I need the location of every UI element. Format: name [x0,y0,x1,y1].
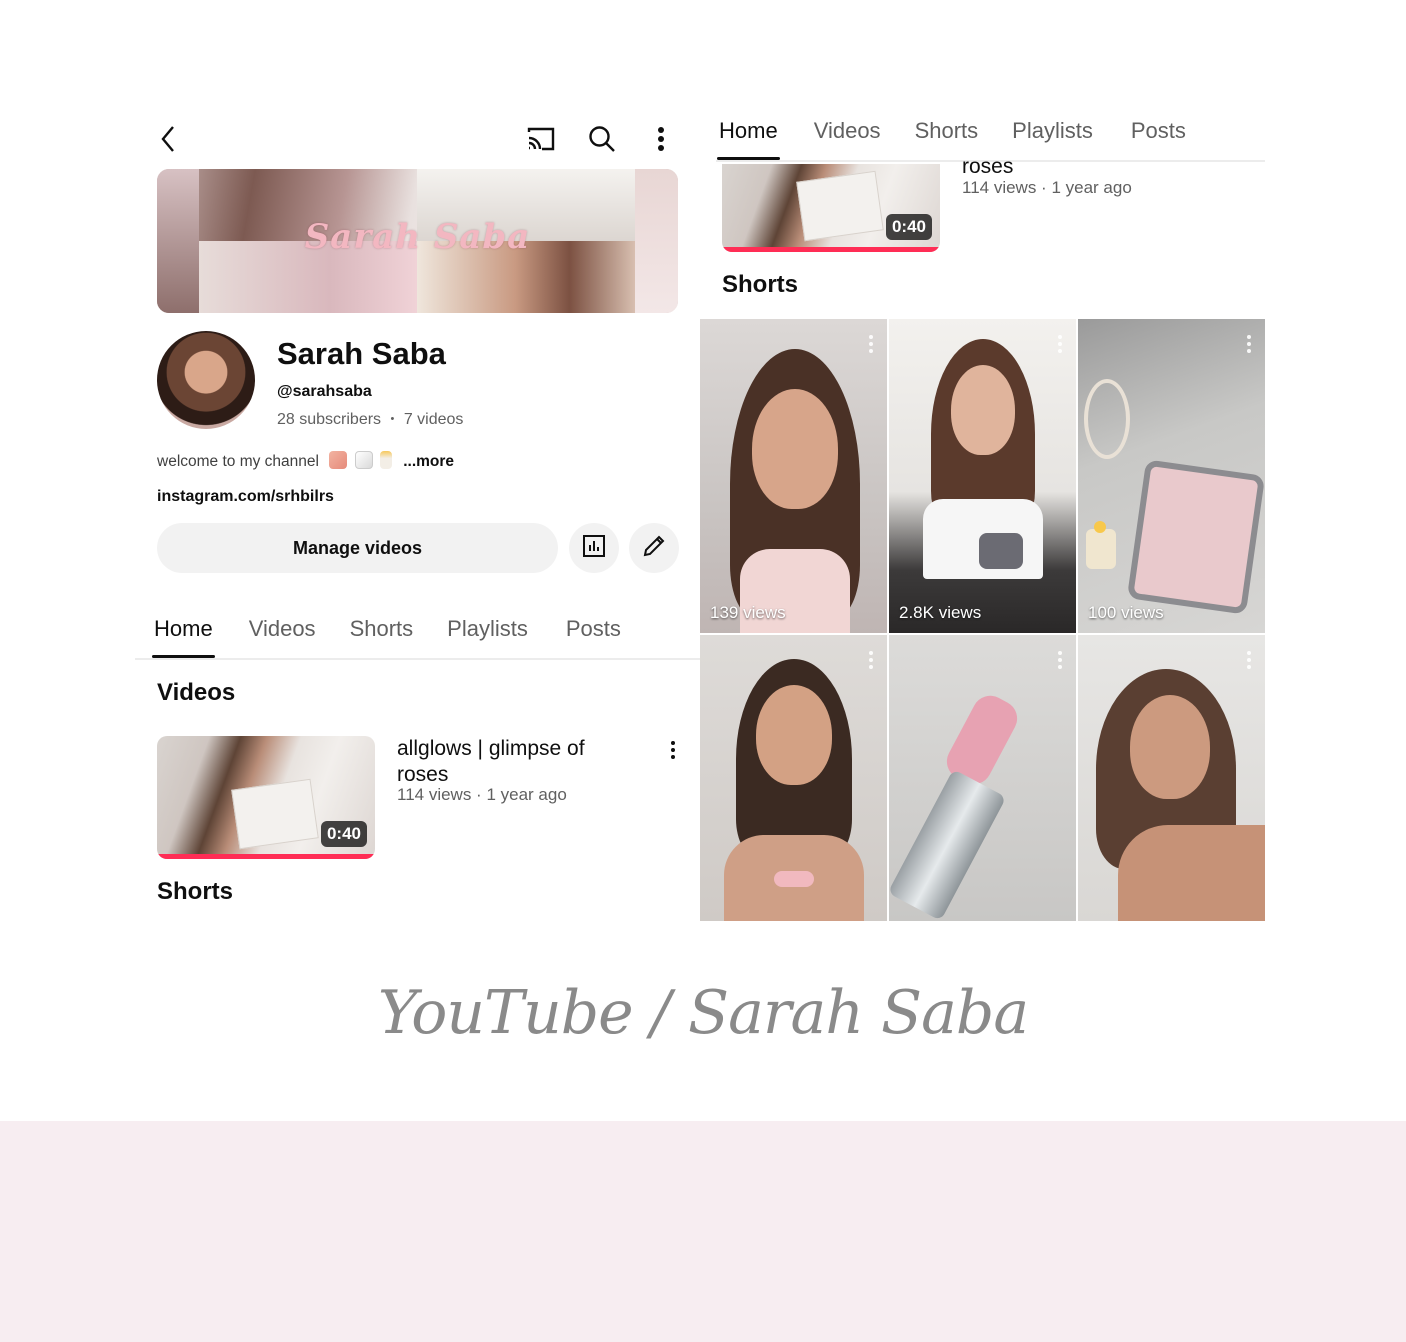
banner-title: Sarah Saba [304,217,531,257]
video-duration: 0:40 [885,214,932,240]
swan-emoji-icon [354,451,373,469]
channel-tabs: Home Videos Shorts Playlists Posts [152,616,621,658]
tab-home[interactable]: Home [152,616,215,658]
video-title-tail[interactable]: roses [962,154,1013,180]
channel-description[interactable]: welcome to my channel ...more [157,451,454,471]
short-more-icon[interactable] [1058,335,1062,353]
tab-shorts[interactable]: Shorts [350,616,414,642]
watch-progress-bar [157,854,375,859]
short-more-icon[interactable] [869,335,873,353]
tab-home[interactable]: Home [717,118,780,160]
channel-link[interactable]: instagram.com/srhbilrs [157,488,334,506]
tab-videos[interactable]: Videos [814,118,881,144]
short-item[interactable] [889,635,1076,921]
description-text: welcome to my channel [157,453,319,470]
search-icon[interactable] [587,124,617,154]
videos-section-title: Videos [157,679,236,706]
video-more-icon[interactable] [670,741,676,759]
tab-posts[interactable]: Posts [566,616,621,642]
video-duration: 0:40 [320,821,367,847]
analytics-icon [582,534,606,563]
short-views: 139 views [710,603,786,622]
channel-page-right: Home Videos Shorts Playlists Posts 0:40 … [700,100,1265,922]
collage-caption: YouTube / Sarah Saba [377,978,1029,1048]
short-views: 2.8K views [899,603,982,622]
tab-playlists[interactable]: Playlists [447,616,528,642]
video-thumbnail[interactable]: 0:40 [722,164,940,252]
short-views: 100 views [1088,603,1164,622]
edit-channel-button[interactable] [629,523,679,573]
video-meta: 114 views · 1 year ago [397,785,567,804]
tab-videos[interactable]: Videos [249,616,316,642]
tabs-divider [135,658,700,660]
analytics-button[interactable] [569,523,619,573]
video-count: 7 videos [403,411,464,428]
ribbon-emoji-icon [329,451,348,469]
short-item[interactable]: 100 views [1078,319,1265,633]
channel-stats: 28 subscribers • 7 videos [277,411,463,429]
footer-band [0,1121,1406,1342]
tab-playlists[interactable]: Playlists [1012,118,1093,144]
pencil-icon [642,534,666,563]
short-item[interactable] [700,635,887,921]
tab-posts[interactable]: Posts [1131,118,1186,144]
manage-videos-button[interactable]: Manage videos [157,523,558,573]
stats-separator: • [390,413,395,425]
avatar[interactable] [157,331,255,429]
channel-tabs-sticky: Home Videos Shorts Playlists Posts [717,118,1186,160]
short-more-icon[interactable] [1247,335,1251,353]
video-thumbnail[interactable]: 0:40 [157,736,375,859]
short-item[interactable]: 2.8K views [889,319,1076,633]
description-more-link[interactable]: ...more [403,453,454,470]
back-icon[interactable] [155,124,181,154]
cast-icon[interactable] [525,124,557,154]
short-more-icon[interactable] [1247,651,1251,669]
video-title-line1: allglows | glimpse of [397,737,585,760]
candle-emoji-icon [379,451,392,469]
short-more-icon[interactable] [1058,651,1062,669]
channel-handle: @sarahsaba [277,383,372,400]
shorts-section-title: Shorts [722,271,799,298]
channel-page-left: Sarah Saba Sarah Saba @sarahsaba 28 subs… [135,100,700,920]
shorts-section-title: Shorts [157,878,234,905]
video-meta: 114 views · 1 year ago [962,178,1132,197]
video-title[interactable]: allglows | glimpse of roses [397,736,585,788]
more-options-icon[interactable] [651,124,671,154]
watch-progress-bar [722,247,940,252]
short-more-icon[interactable] [869,651,873,669]
subscriber-count: 28 subscribers [277,411,382,428]
channel-banner: Sarah Saba [157,169,678,313]
short-item[interactable] [1078,635,1265,921]
tab-shorts[interactable]: Shorts [915,118,979,144]
short-item[interactable]: 139 views [700,319,887,633]
channel-name: Sarah Saba [277,336,446,371]
